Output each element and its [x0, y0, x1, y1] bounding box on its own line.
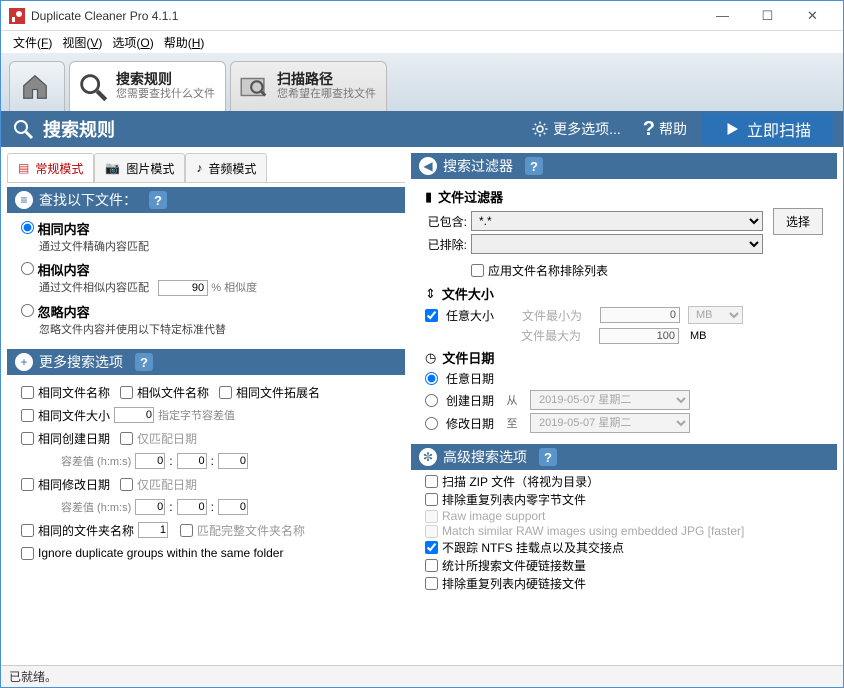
folder-depth[interactable] [138, 522, 168, 538]
chk-only-date-2[interactable] [120, 478, 133, 491]
magnifier-icon [11, 117, 35, 141]
chk-similar-name[interactable] [120, 386, 133, 399]
window-title: Duplicate Cleaner Pro 4.1.1 [31, 9, 700, 23]
tab-home[interactable] [9, 61, 65, 111]
question-icon: ? [643, 118, 655, 141]
chk-ignore-groups[interactable] [21, 547, 34, 560]
chk-same-folder[interactable] [21, 524, 34, 537]
more-section-header: + 更多搜索选项 ? [7, 349, 405, 375]
min-size-input [600, 307, 680, 323]
chk-raw-jpg [425, 525, 438, 538]
chk-only-date-1[interactable] [120, 432, 133, 445]
chk-same-created[interactable] [21, 432, 34, 445]
created-from-date: 2019-05-07 星期二 [530, 390, 690, 410]
document-icon: ▮ [425, 189, 432, 205]
magnifier-icon [76, 70, 110, 104]
radio-created-date[interactable] [425, 394, 438, 407]
help-icon[interactable]: ? [525, 157, 543, 175]
chk-apply-exclude[interactable] [471, 264, 484, 277]
adv-section-header: ✼ 高级搜索选项 ? [411, 444, 837, 470]
created-m[interactable] [177, 453, 207, 469]
radio-any-date[interactable] [425, 372, 438, 385]
radio-modified-date[interactable] [425, 417, 438, 430]
camera-icon: 📷 [105, 161, 120, 175]
similarity-input[interactable] [158, 280, 208, 296]
find-section-header: ≡ 查找以下文件： ? [7, 187, 405, 213]
chk-raw [425, 510, 438, 523]
pick-filter-button[interactable]: 选择 [773, 208, 823, 235]
filter-section-header: ◀ 搜索过滤器 ? [411, 153, 837, 179]
play-icon [723, 120, 741, 138]
minimize-button[interactable]: — [700, 2, 745, 30]
modified-s[interactable] [218, 499, 248, 515]
chk-same-ext[interactable] [219, 386, 232, 399]
created-h[interactable] [135, 453, 165, 469]
resize-icon: ⇕ [425, 286, 436, 302]
tab-scanpath-title: 扫描路径 [277, 72, 376, 87]
tab-normal-mode[interactable]: ▤ 常规模式 [7, 153, 94, 182]
list-icon: ≡ [15, 191, 33, 209]
status-bar: 已就绪。 [1, 665, 843, 687]
help-icon[interactable]: ? [149, 191, 167, 209]
tab-audio-mode[interactable]: ♪ 音频模式 [185, 153, 267, 182]
menu-help[interactable]: 帮助(H) [164, 34, 205, 51]
folder-search-icon [237, 70, 271, 104]
tab-search-sub: 您需要查找什么文件 [116, 88, 215, 101]
tab-scan-path[interactable]: 扫描路径 您希望在哪查找文件 [230, 61, 387, 111]
help-icon[interactable]: ? [539, 448, 557, 466]
clock-icon: ◷ [425, 350, 436, 366]
plus-icon: + [15, 353, 33, 371]
tab-search-title: 搜索规则 [116, 72, 215, 87]
tab-image-mode[interactable]: 📷 图片模式 [94, 153, 185, 182]
exclude-filter[interactable] [471, 234, 763, 254]
home-icon [20, 72, 50, 102]
app-icon [9, 8, 25, 24]
menu-options[interactable]: 选项(O) [112, 34, 153, 51]
chk-hardlink-count[interactable] [425, 559, 438, 572]
close-button[interactable]: ✕ [790, 2, 835, 30]
chk-hardlink-exclude[interactable] [425, 577, 438, 590]
chevron-left-icon: ◀ [419, 157, 437, 175]
chk-full-folder[interactable] [180, 524, 193, 537]
chk-same-modified[interactable] [21, 478, 34, 491]
size-tolerance-input[interactable] [114, 407, 154, 423]
modified-h[interactable] [135, 499, 165, 515]
chk-zip[interactable] [425, 475, 438, 488]
include-filter[interactable]: *.* [471, 211, 763, 231]
chk-same-size[interactable] [21, 409, 34, 422]
gear-icon [531, 120, 549, 138]
min-size-unit: MB [688, 306, 743, 324]
scan-now-button[interactable]: 立即扫描 [701, 113, 833, 145]
chk-any-size[interactable] [425, 309, 438, 322]
chk-zero-byte[interactable] [425, 493, 438, 506]
help-link[interactable]: ? 帮助 [635, 118, 695, 141]
modified-m[interactable] [177, 499, 207, 515]
maximize-button[interactable]: ☐ [745, 2, 790, 30]
radio-similar-content[interactable] [21, 262, 34, 275]
radio-same-content[interactable] [21, 221, 34, 234]
modified-to-date: 2019-05-07 星期二 [530, 413, 690, 433]
menu-view[interactable]: 视图(V) [62, 34, 102, 51]
page-title: 搜索规则 [43, 116, 115, 142]
gear-icon: ✼ [419, 448, 437, 466]
help-icon[interactable]: ? [135, 353, 153, 371]
chk-same-name[interactable] [21, 386, 34, 399]
radio-ignore-content[interactable] [21, 304, 34, 317]
tab-scanpath-sub: 您希望在哪查找文件 [277, 88, 376, 101]
music-note-icon: ♪ [196, 161, 202, 175]
tab-search-rules[interactable]: 搜索规则 您需要查找什么文件 [69, 61, 226, 111]
menu-file[interactable]: 文件(F) [13, 34, 52, 51]
more-options-link[interactable]: 更多选项... [523, 119, 629, 139]
document-icon: ▤ [18, 161, 29, 175]
max-size-input [599, 328, 679, 344]
chk-ntfs[interactable] [425, 541, 438, 554]
created-s[interactable] [218, 453, 248, 469]
